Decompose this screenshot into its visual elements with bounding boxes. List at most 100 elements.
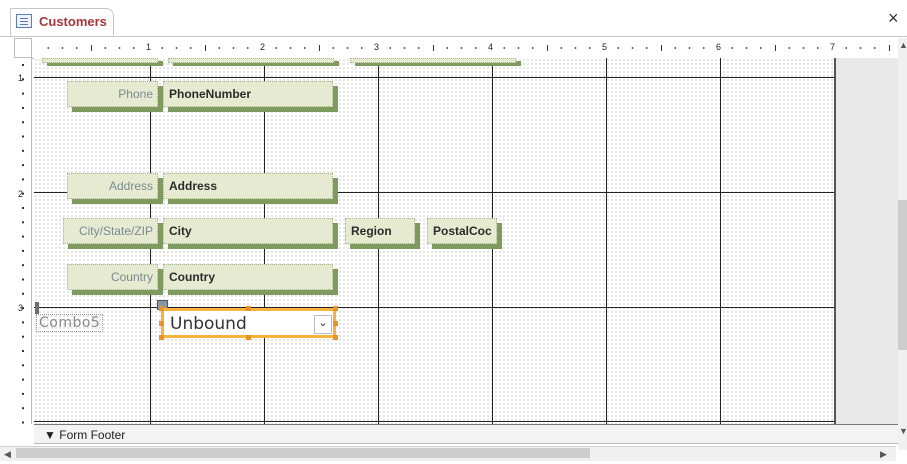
ruler-tick [275,47,278,49]
resize-handle[interactable] [333,335,338,340]
country-textbox[interactable]: Country [163,264,333,290]
ruler-tick [631,47,634,49]
ruler-tick [446,47,449,49]
form-footer-section-bar[interactable]: ▼ Form Footer [34,424,898,444]
ruler-tick [332,47,335,49]
ruler-tick [661,45,662,51]
ruler-tick [745,47,748,49]
city-textbox[interactable]: City [163,218,333,244]
resize-handle[interactable] [159,306,164,311]
grid-line [606,58,607,424]
vertical-scroll-thumb[interactable] [898,200,907,350]
ruler-tick [460,47,463,49]
ruler-tick [22,264,24,267]
ruler-tick [360,47,363,49]
ruler-tick [22,378,24,381]
customers-document-tab[interactable]: Customers [10,8,114,36]
ruler-tick [389,47,392,49]
ruler-tick [775,45,776,51]
section-expand-icon: ▼ [44,428,56,442]
ruler-tick [873,47,876,49]
ruler-tick [22,207,24,209]
combo-value: Unbound [170,314,247,334]
resize-handle[interactable] [246,306,251,311]
ruler-tick [91,45,92,51]
city-state-zip-label[interactable]: City/State/ZIP [63,218,158,244]
ruler-tick [688,47,691,49]
ruler-tick [61,47,64,49]
ruler-number: 7 [830,42,836,52]
ruler-tick [22,92,24,95]
scroll-up-icon[interactable]: ▲ [899,40,907,50]
ruler-tick [22,350,24,352]
ruler-tick [303,47,306,49]
ruler-tick [588,47,591,49]
ruler-tick [75,47,78,49]
chevron-down-icon[interactable]: ⌄ [314,315,332,334]
combo5-combobox[interactable]: Unbound ⌄ [161,308,336,338]
resize-handle[interactable] [159,335,164,340]
address-textbox[interactable]: Address [163,173,333,199]
form-selector[interactable] [14,38,32,58]
ruler-tick [574,47,577,49]
ruler-tick [702,47,705,49]
scroll-right-icon[interactable]: ▶ [880,449,887,460]
resize-handle[interactable] [333,306,338,311]
label-move-handle[interactable] [35,302,39,314]
address-label[interactable]: Address [67,173,158,199]
form-footer-label: Form Footer [59,428,126,442]
horizontal-ruler-ticks [47,45,890,51]
ruler-number: 5 [602,42,608,52]
resize-handle[interactable] [159,321,164,326]
ruler-tick [289,47,292,49]
ruler-tick [218,47,221,49]
ruler-tick [205,45,206,51]
ruler-tick [132,47,135,49]
tab-title: Customers [39,14,107,29]
vertical-ruler[interactable]: 1 2 3 [14,58,32,424]
horizontal-ruler[interactable]: 1 2 3 4 5 6 7 [32,38,897,59]
ruler-tick [859,47,862,49]
ruler-tick [22,121,24,124]
ruler-number: 2 [18,189,24,199]
grid-line [34,421,834,422]
form-width-boundary [834,58,898,424]
ruler-tick [433,45,434,51]
ruler-tick [845,47,848,49]
ruler-tick [161,47,164,49]
ruler-tick [22,421,24,424]
ruler-tick [22,292,24,295]
ruler-tick [22,164,24,167]
region-textbox[interactable]: Region [345,218,415,244]
partial-control[interactable] [350,58,516,63]
resize-handle[interactable] [333,321,338,326]
phone-label[interactable]: Phone [67,81,158,107]
ruler-tick [788,47,791,49]
horizontal-scroll-thumb[interactable] [16,448,590,458]
close-icon[interactable]: × [888,8,899,29]
ruler-tick [22,64,24,66]
ruler-tick [47,47,50,49]
postal-code-textbox[interactable]: PostalCoc [427,218,497,244]
ruler-tick [403,47,406,49]
ruler-tick [319,45,320,51]
resize-handle[interactable] [246,335,251,340]
country-label[interactable]: Country [67,264,158,290]
ruler-number: 2 [260,42,266,52]
ruler-tick [22,235,24,238]
partial-control[interactable] [168,58,334,63]
ruler-tick [232,47,235,49]
partial-control[interactable] [42,58,158,63]
ruler-number: 4 [488,42,494,52]
combo5-label[interactable]: Combo5 [36,314,104,332]
ruler-tick [22,335,24,338]
grid-line [720,58,721,424]
ruler-tick [816,47,819,49]
ruler-tick [759,47,762,49]
ruler-tick [22,249,24,252]
scroll-left-icon[interactable]: ◀ [4,449,11,460]
phone-number-textbox[interactable]: PhoneNumber [163,81,333,107]
ruler-tick [22,278,24,281]
ruler-tick [889,45,890,51]
scroll-down-icon[interactable]: ▼ [899,426,907,436]
